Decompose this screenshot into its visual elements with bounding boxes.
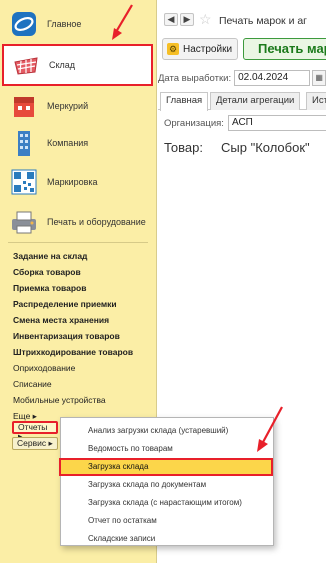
submenu-item-selected[interactable]: Загрузка склада [59,458,273,476]
tab-bar: Главная Детали агрегации Ист [158,92,326,111]
submenu-item[interactable]: Отчет по остаткам [61,512,273,530]
forward-button[interactable]: ▶ [180,13,194,26]
qr-code-icon [9,167,39,197]
nav-item-kompaniya[interactable]: Компания [0,124,157,162]
menu-item[interactable]: Сборка товаров [13,264,153,280]
star-icon[interactable]: ☆ [199,11,212,28]
nav-label: Меркурий [47,101,89,111]
tab-aggregation-details[interactable]: Детали агрегации [210,92,301,110]
menu-item[interactable]: Задание на склад [13,248,153,264]
warehouse-menu: Задание на склад Сборка товаров Приемка … [13,248,153,424]
nav-item-pechat[interactable]: Печать и оборудование [0,203,157,241]
org-input[interactable]: АСП [228,115,326,131]
divider [8,242,148,243]
menu-item[interactable]: Штрихкодирование товаров [13,344,153,360]
nav-label: Компания [47,138,89,148]
nav-item-sklad[interactable]: Склад [2,44,153,86]
tab-history[interactable]: Ист [306,92,326,110]
product-label: Товар: [164,140,203,155]
settings-button[interactable]: ⚙ Настройки [162,38,238,60]
toolbar: ⚙ Настройки Печать мар [158,38,326,66]
submenu-item[interactable]: Складские записи [61,530,273,548]
submenu-item[interactable]: Анализ загрузки склада (устаревший) [61,422,273,440]
reports-button[interactable]: Отчеты ▸ [12,421,58,441]
calendar-icon[interactable]: ▦ [312,70,326,86]
window-title: Печать марок и аг [219,15,308,27]
printer-icon [9,207,39,237]
tab-main[interactable]: Главная [160,92,209,111]
menu-item[interactable]: Оприходование [13,360,153,376]
date-input[interactable]: 02.04.2024 [234,70,311,86]
print-button[interactable]: Печать мар [243,38,326,60]
menu-item[interactable]: Списание [13,376,153,392]
nav-item-merkuriy[interactable]: Меркурий [0,87,157,125]
date-label: Дата выработки: [158,72,232,84]
menu-item[interactable]: Инвентаризация товаров [13,328,153,344]
home-logo-icon [9,9,39,39]
menu-item[interactable]: Приемка товаров [13,280,153,296]
service-button[interactable]: Сервис ▸ [12,437,58,450]
submenu-item[interactable]: Ведомость по товарам [61,440,273,458]
menu-item[interactable]: Мобильные устройства [13,392,153,408]
back-button[interactable]: ◀ [164,13,178,26]
nav-item-markirovka[interactable]: Маркировка [0,163,157,201]
warehouse-basket-icon [11,50,41,80]
nav-label: Маркировка [47,177,98,187]
settings-label: Настройки [183,43,233,55]
gear-icon: ⚙ [167,43,179,55]
product-row: Товар: Сыр "Колобок" [164,140,310,155]
product-value: Сыр "Колобок" [221,140,310,155]
company-building-icon [9,128,39,158]
submenu-item[interactable]: Загрузка склада по документам [61,476,273,494]
nav-label: Печать и оборудование [47,217,146,227]
org-label: Организация: [164,118,224,129]
menu-item[interactable]: Смена места хранения [13,312,153,328]
nav-label: Склад [49,60,76,70]
menu-item[interactable]: Распределение приемки [13,296,153,312]
reports-submenu: Анализ загрузки склада (устаревший) Ведо… [59,417,274,548]
nav-label: Главное [47,19,82,29]
title-bar: ◀ ▶ ☆ Печать марок и аг [158,0,326,38]
submenu-item[interactable]: Загрузка склада (с нарастающим итогом) [61,494,273,512]
date-row: Дата выработки: 02.04.2024 ▦ [158,68,326,88]
mercury-icon [9,91,39,121]
nav-item-glavnoe[interactable]: Главное [0,5,157,43]
